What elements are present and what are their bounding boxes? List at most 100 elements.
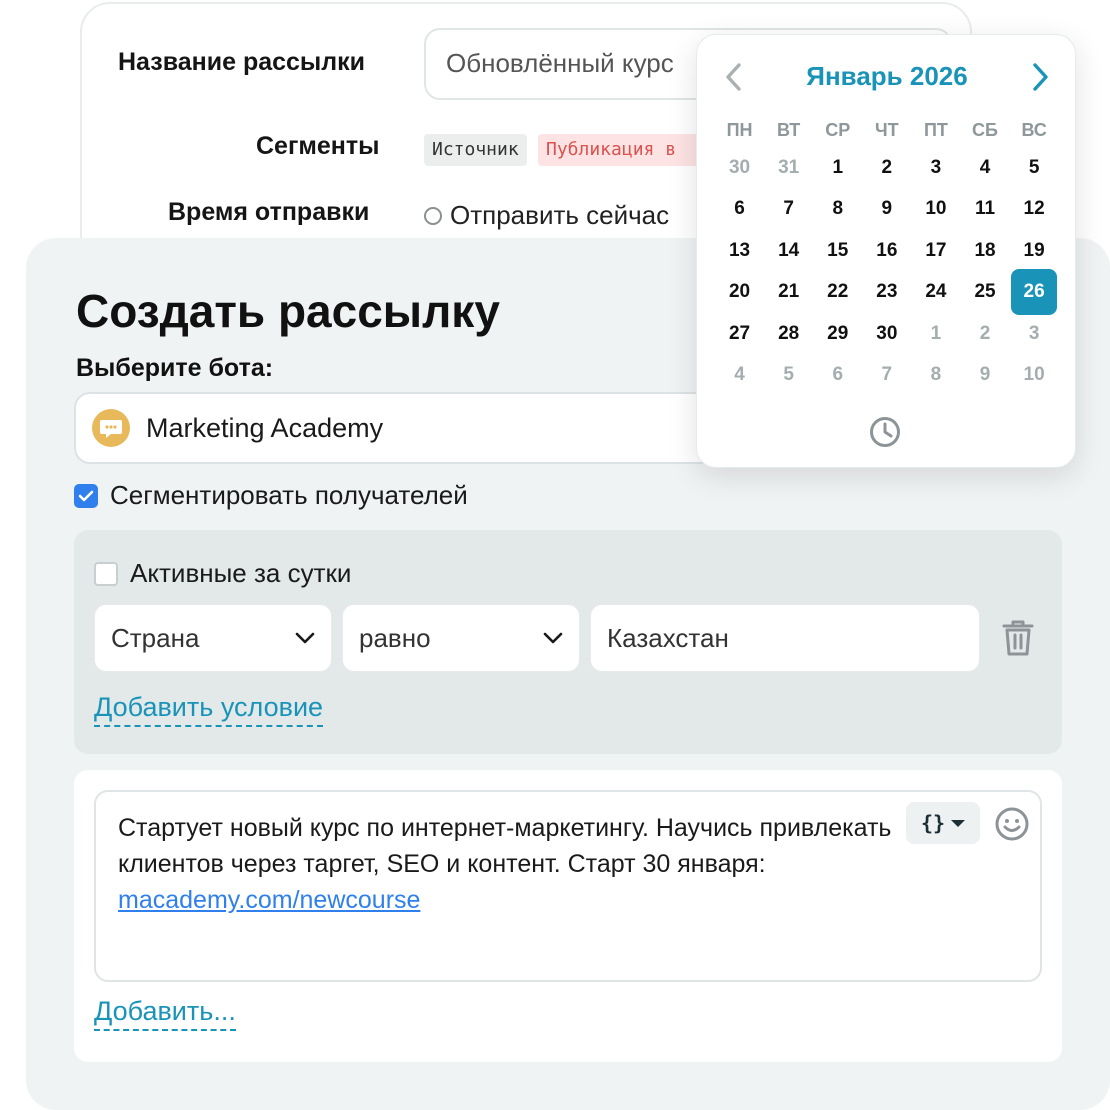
calendar-day-number: 11 [974, 198, 996, 220]
broadcast-name-label: Название рассылки [118, 48, 366, 76]
calendar-week-row: 6 7 8 9 10 11 12 [715, 189, 1059, 231]
calendar-day[interactable]: 11 [960, 189, 1009, 231]
calendar-day[interactable]: 7 [862, 355, 911, 397]
calendar-day[interactable]: 3 [911, 147, 960, 189]
calendar-day[interactable]: 6 [715, 189, 764, 231]
calendar-day-number: 27 [728, 322, 751, 344]
calendar-day-number: 1 [832, 156, 844, 178]
weekday-header-row: ПН ВТ СР ЧТ ПТ СБ ВС [715, 113, 1059, 147]
send-now-radio[interactable] [424, 206, 442, 225]
calendar-day[interactable]: 4 [715, 355, 764, 397]
calendar-day[interactable]: 16 [862, 230, 911, 272]
active-day-checkbox[interactable] [94, 561, 118, 586]
calendar-day[interactable]: 5 [764, 355, 813, 397]
send-now-option[interactable]: Отправить сейчас [424, 200, 669, 231]
date-picker-popup: Январь 2026 ПН ВТ СР ЧТ ПТ СБ ВС 30 31 1 2 3 4 5 6 7 8 9… [696, 34, 1076, 468]
calendar-day[interactable]: 9 [862, 189, 911, 231]
calendar-day[interactable]: 10 [911, 189, 960, 231]
calendar-day-number: 3 [1028, 322, 1040, 344]
calendar-day-number: 7 [783, 198, 794, 220]
calendar-day-number: 6 [832, 364, 844, 386]
calendar-day[interactable]: 6 [813, 355, 862, 397]
calendar-day[interactable]: 1 [911, 313, 960, 355]
calendar-day[interactable]: 29 [813, 313, 862, 355]
message-link[interactable]: macademy.com/newcourse [118, 886, 420, 914]
calendar-day-number: 3 [930, 156, 942, 178]
bot-select-label: Выберите бота: [76, 354, 274, 382]
calendar-day[interactable]: 21 [764, 272, 813, 314]
condition-value-input[interactable]: Казахстан [590, 604, 980, 672]
calendar-week-row: 30 31 1 2 3 4 5 [715, 147, 1059, 189]
calendar-day-selected[interactable]: 26 [1010, 269, 1059, 316]
active-day-label: Активные за сутки [130, 558, 352, 588]
smiley-icon[interactable] [994, 806, 1030, 842]
calendar-day[interactable]: 2 [862, 147, 911, 189]
calendar-day-number: 8 [832, 198, 844, 220]
calendar-day[interactable]: 25 [960, 272, 1009, 314]
weekday-label: ПТ [923, 120, 948, 140]
calendar-day[interactable]: 10 [1010, 355, 1059, 397]
calendar-day[interactable]: 8 [911, 355, 960, 397]
calendar-day-number: 30 [876, 322, 898, 344]
calendar-day[interactable]: 12 [1010, 189, 1059, 231]
calendar-day[interactable]: 22 [813, 272, 862, 314]
weekday-label: СБ [972, 120, 998, 140]
calendar-day-number: 5 [783, 364, 794, 386]
calendar-day[interactable]: 24 [911, 272, 960, 314]
message-panel: Стартует новый курс по интернет-маркетин… [74, 770, 1062, 1062]
calendar-day-number: 2 [881, 156, 893, 178]
add-condition-link[interactable]: Добавить условие [94, 692, 324, 727]
message-body: Стартует новый курс по интернет-маркетин… [118, 814, 892, 878]
braces-icon: {} [920, 811, 946, 835]
clock-icon[interactable] [868, 415, 902, 449]
condition-operator-select[interactable]: равно [342, 604, 580, 672]
calendar-week-row: 13 14 15 16 17 18 19 [715, 230, 1059, 272]
message-editor[interactable]: Стартует новый курс по интернет-маркетин… [94, 790, 1042, 982]
calendar-day[interactable]: 30 [715, 147, 764, 189]
condition-field-select[interactable]: Страна [94, 604, 332, 672]
variables-button[interactable]: {} [906, 802, 980, 844]
calendar-day[interactable]: 3 [1010, 313, 1059, 355]
calendar-day[interactable]: 14 [764, 230, 813, 272]
calendar-week-row: 27 28 29 30 1 2 3 [715, 313, 1059, 355]
chevron-down-icon [295, 632, 315, 644]
calendar-day-number: 13 [728, 239, 751, 261]
active-day-toggle[interactable]: Активные за сутки [94, 558, 351, 589]
calendar-day-number: 14 [778, 239, 800, 261]
calendar-day[interactable]: 15 [813, 230, 862, 272]
calendar-day[interactable]: 31 [764, 147, 813, 189]
bot-name: Marketing Academy [146, 412, 384, 443]
calendar-day[interactable]: 19 [1010, 230, 1059, 272]
weekday-label: ВС [1021, 120, 1047, 140]
calendar-day[interactable]: 1 [813, 147, 862, 189]
trash-icon[interactable] [1000, 618, 1036, 658]
calendar-day[interactable]: 23 [862, 272, 911, 314]
calendar-day[interactable]: 5 [1010, 147, 1059, 189]
calendar-day-number: 1 [930, 322, 942, 344]
chat-bubble-icon [92, 409, 130, 447]
send-now-label: Отправить сейчас [450, 200, 670, 230]
segment-tag-source[interactable]: Источник [424, 134, 527, 166]
calendar-day-number: 19 [1023, 239, 1045, 261]
calendar-day[interactable]: 13 [715, 230, 764, 272]
calendar-day[interactable]: 27 [715, 313, 764, 355]
segment-recipients-checkbox[interactable] [74, 483, 98, 508]
calendar-day[interactable]: 17 [911, 230, 960, 272]
calendar-day-number: 5 [1028, 156, 1040, 178]
calendar-day[interactable]: 4 [960, 147, 1009, 189]
calendar-day-number: 26 [1011, 269, 1058, 316]
calendar-day[interactable]: 9 [960, 355, 1009, 397]
calendar-day[interactable]: 30 [862, 313, 911, 355]
calendar-day[interactable]: 28 [764, 313, 813, 355]
chevron-right-icon[interactable] [1027, 61, 1053, 93]
segment-tag-publication[interactable]: Публикация в [538, 134, 698, 166]
segment-recipients-toggle[interactable]: Сегментировать получателей [74, 480, 468, 511]
calendar-day[interactable]: 20 [715, 272, 764, 314]
calendar-day-number: 9 [881, 198, 893, 220]
bot-select[interactable]: Marketing Academy [74, 392, 774, 464]
calendar-day[interactable]: 8 [813, 189, 862, 231]
calendar-day[interactable]: 18 [960, 230, 1009, 272]
calendar-day[interactable]: 2 [960, 313, 1009, 355]
add-attachment-link[interactable]: Добавить... [94, 996, 236, 1031]
calendar-day[interactable]: 7 [764, 189, 813, 231]
